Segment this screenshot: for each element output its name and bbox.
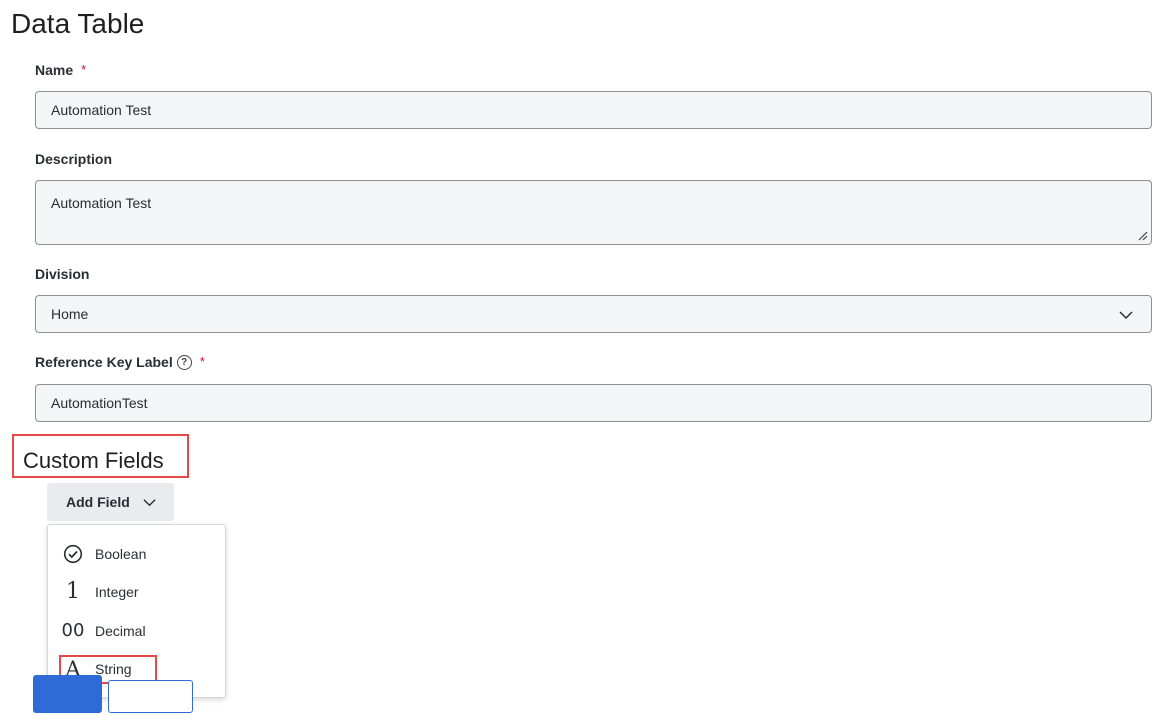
- name-input[interactable]: Automation Test: [35, 91, 1152, 129]
- menu-item-label: Boolean: [95, 546, 147, 562]
- name-label-text: Name: [35, 62, 74, 78]
- division-label: Division: [35, 266, 90, 282]
- chevron-down-icon: [143, 498, 156, 506]
- name-label: Name *: [35, 61, 86, 79]
- help-icon[interactable]: ?: [176, 354, 192, 370]
- required-marker: *: [81, 62, 87, 77]
- division-value: Home: [51, 306, 89, 322]
- division-select[interactable]: Home: [35, 295, 1152, 333]
- menu-item-boolean[interactable]: Boolean: [48, 539, 225, 569]
- reference-key-label-text: Reference Key Label: [35, 354, 173, 370]
- decimal-icon: 00: [61, 620, 85, 641]
- add-field-label: Add Field: [66, 494, 130, 510]
- add-field-button[interactable]: Add Field: [47, 483, 174, 521]
- primary-button[interactable]: [33, 675, 102, 713]
- menu-item-integer[interactable]: 1 Integer: [48, 577, 225, 607]
- menu-item-label: Decimal: [95, 623, 146, 639]
- menu-item-label: Integer: [95, 584, 139, 600]
- reference-key-label: Reference Key Label ? *: [35, 353, 205, 371]
- page-title: Data Table: [11, 8, 145, 39]
- description-value: Automation Test: [51, 195, 152, 211]
- check-circle-icon: [61, 544, 85, 564]
- resize-handle-icon[interactable]: [1138, 231, 1148, 241]
- required-marker: *: [199, 354, 205, 369]
- reference-key-input[interactable]: AutomationTest: [35, 384, 1152, 422]
- chevron-down-icon: [1119, 311, 1133, 320]
- description-label: Description: [35, 151, 113, 167]
- description-textarea[interactable]: Automation Test: [35, 180, 1152, 245]
- menu-item-decimal[interactable]: 00 Decimal: [48, 616, 225, 646]
- secondary-button[interactable]: [108, 680, 193, 713]
- integer-icon: 1: [66, 579, 80, 604]
- custom-fields-title: Custom Fields: [23, 448, 164, 473]
